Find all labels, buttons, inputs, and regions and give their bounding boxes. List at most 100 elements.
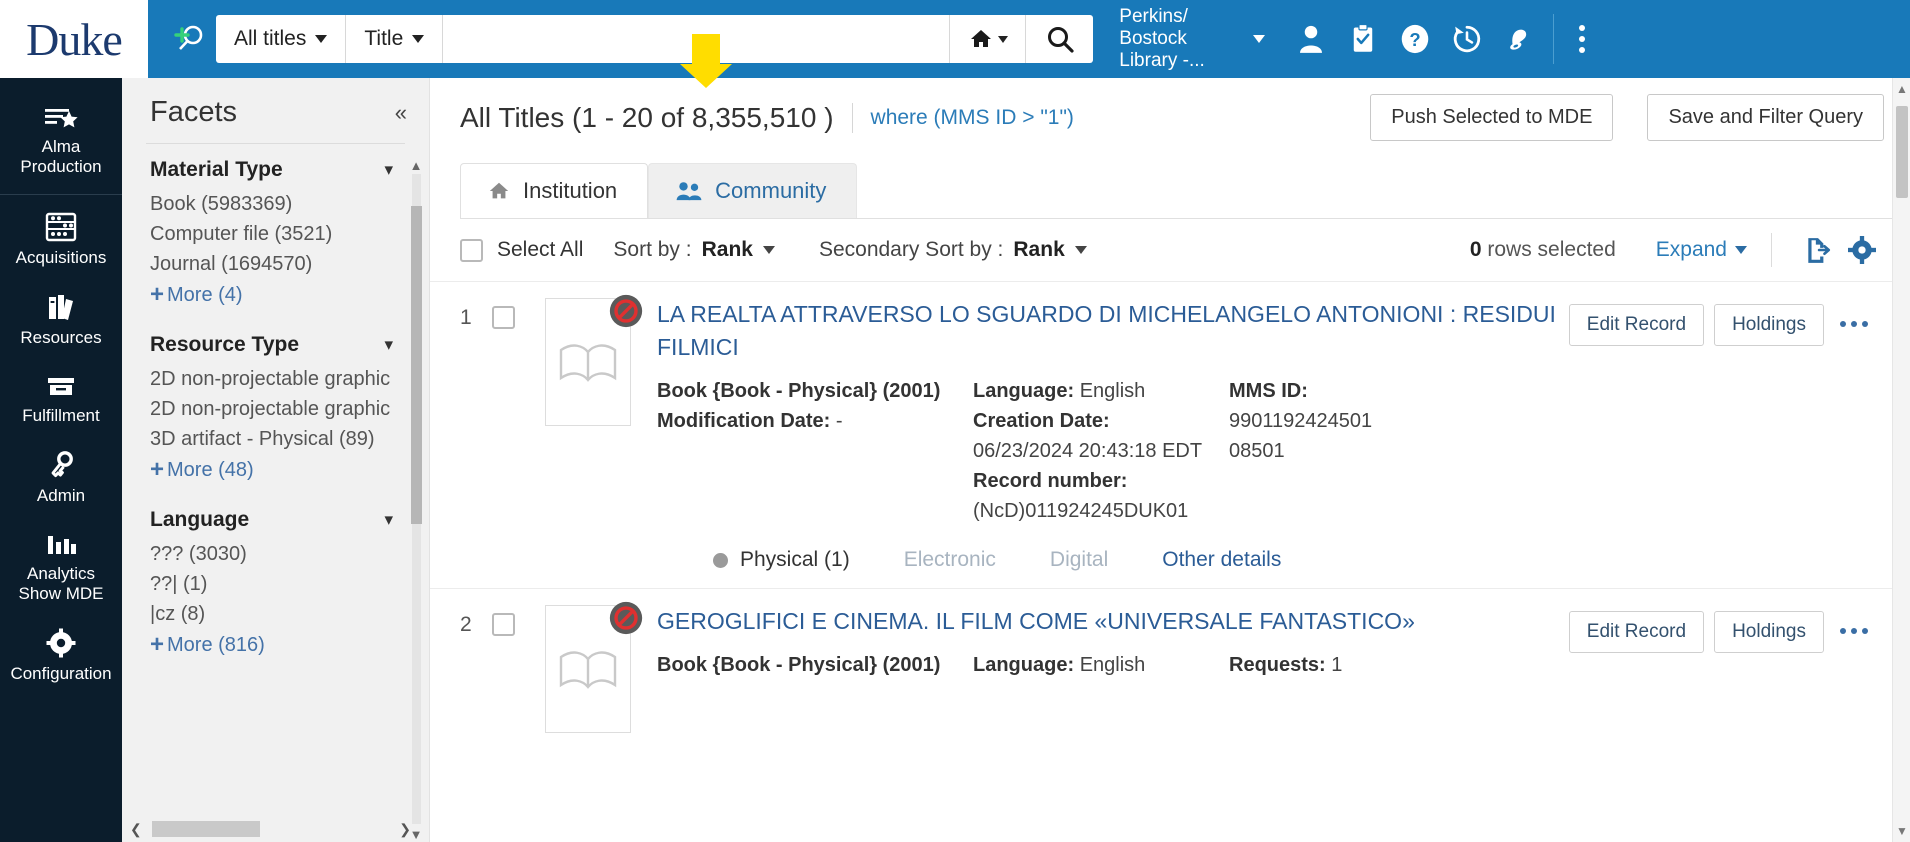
sort-by-value: Rank: [701, 238, 753, 261]
tab-label: Community: [715, 178, 827, 203]
more-menu-icon[interactable]: [1562, 25, 1602, 53]
facet-value[interactable]: 2D non-projectable graphic: [150, 394, 429, 424]
sort-by-label: Sort by :: [613, 238, 692, 261]
chevron-down-icon: [762, 246, 775, 254]
facet-value[interactable]: Journal (1694570): [150, 249, 429, 279]
new-search-icon[interactable]: [162, 22, 216, 56]
divider: [1771, 233, 1772, 267]
expand-dropdown[interactable]: Expand: [1656, 238, 1747, 262]
scrollbar-thumb[interactable]: [1896, 106, 1908, 198]
row-checkbox[interactable]: [492, 613, 515, 636]
alerts-bell-icon[interactable]: [1493, 13, 1545, 65]
sort-by-dropdown[interactable]: Sort by : Rank: [613, 238, 775, 262]
facet-more-link[interactable]: + More (48): [150, 454, 429, 486]
history-icon[interactable]: [1441, 13, 1493, 65]
facets-horizontal-scrollbar[interactable]: ❮ ❯: [130, 818, 411, 840]
query-filter-link[interactable]: where (MMS ID > "1"): [871, 106, 1074, 130]
export-icon[interactable]: [1796, 236, 1840, 264]
search-field-dropdown[interactable]: Title: [346, 15, 444, 63]
metadata-column-1: Book {Book - Physical} (2001) Modificati…: [657, 376, 973, 526]
sidebar-item-admin[interactable]: Admin: [0, 439, 122, 519]
edit-record-button[interactable]: Edit Record: [1568, 304, 1705, 346]
collapse-left-icon[interactable]: «: [395, 100, 407, 126]
availability-electronic[interactable]: Electronic: [904, 548, 996, 572]
facet-group-header[interactable]: Resource Type ▾: [150, 333, 429, 357]
plus-icon: +: [150, 631, 165, 658]
facet-group-name: Language: [150, 508, 250, 531]
facet-value[interactable]: |cz (8): [150, 599, 429, 629]
tasks-icon[interactable]: [1337, 13, 1389, 65]
tab-community[interactable]: Community: [648, 163, 858, 218]
help-icon[interactable]: ?: [1389, 13, 1441, 65]
scroll-down-arrow[interactable]: ▼: [1893, 824, 1910, 838]
scrollbar-thumb[interactable]: [411, 206, 422, 524]
facet-value[interactable]: ??| (1): [150, 569, 429, 599]
availability-physical[interactable]: Physical (1): [713, 548, 850, 572]
save-and-filter-query-button[interactable]: Save and Filter Query: [1647, 94, 1884, 141]
sidebar-item-resources[interactable]: Resources: [0, 281, 122, 361]
table-row[interactable]: 1 LA REALTA ATTRAVERSO LO SGUARDO DI MIC…: [430, 282, 1910, 588]
sidebar-item-fulfillment[interactable]: Fulfillment: [0, 361, 122, 439]
row-number: 1: [460, 306, 472, 329]
secondary-sort-dropdown[interactable]: Secondary Sort by : Rank: [819, 238, 1087, 262]
facet-value[interactable]: 2D non-projectable graphic: [150, 364, 429, 394]
sidebar-item-analytics[interactable]: Analytics Show MDE: [0, 519, 122, 617]
facet-more-link[interactable]: + More (816): [150, 629, 429, 661]
page-vertical-scrollbar[interactable]: ▲ ▼: [1892, 78, 1910, 842]
row-checkbox[interactable]: [492, 306, 515, 329]
results-list: 1 LA REALTA ATTRAVERSO LO SGUARDO DI MIC…: [430, 282, 1910, 842]
facets-vertical-scrollbar[interactable]: ▲ ▼: [409, 158, 423, 842]
facet-value[interactable]: Computer file (3521): [150, 219, 429, 249]
row-more-icon[interactable]: [1824, 304, 1884, 344]
scroll-up-arrow[interactable]: ▲: [409, 158, 423, 173]
search-scope-dropdown[interactable]: All titles: [216, 15, 347, 63]
rows-selected-count: 0: [1469, 238, 1482, 261]
plus-icon: +: [150, 456, 165, 483]
record-title-link[interactable]: LA REALTA ATTRAVERSO LO SGUARDO DI MICHE…: [657, 298, 1569, 364]
scroll-up-arrow[interactable]: ▲: [1893, 82, 1910, 96]
sidebar-item-configuration[interactable]: Configuration: [0, 617, 122, 697]
sidebar-item-alma-production[interactable]: Alma Production: [0, 92, 122, 190]
push-selected-to-mde-button[interactable]: Push Selected to MDE: [1370, 94, 1614, 141]
sidebar-item-acquisitions[interactable]: Acquisitions: [0, 201, 122, 281]
record-title-link[interactable]: GEROGLIFICI E CINEMA. IL FILM COME «UNIV…: [657, 605, 1569, 638]
institution-dropdown-button[interactable]: [1233, 13, 1285, 65]
scroll-left-arrow[interactable]: ❮: [130, 821, 142, 838]
gear-icon[interactable]: [1840, 236, 1884, 264]
facet-value[interactable]: 3D artifact - Physical (89): [150, 424, 429, 454]
chevron-down-icon: ▾: [384, 510, 393, 529]
brand-logo[interactable]: Duke: [0, 0, 148, 78]
record-modification-date: Modification Date: -: [657, 406, 973, 436]
facet-group-header[interactable]: Material Type ▾: [150, 158, 429, 182]
scrollbar-thumb[interactable]: [151, 821, 260, 837]
availability-other-details[interactable]: Other details: [1162, 548, 1281, 572]
institution-selector[interactable]: Perkins/ Bostock Library -...: [1119, 6, 1227, 72]
availability-digital[interactable]: Digital: [1050, 548, 1108, 572]
availability-links: Physical (1) Electronic Digital Other de…: [713, 548, 1569, 572]
table-row[interactable]: 2 GEROGLIFICI E CINEMA. IL FILM COME «UN…: [430, 588, 1910, 743]
facet-value[interactable]: Book (5983369): [150, 189, 429, 219]
row-more-icon[interactable]: [1824, 611, 1884, 651]
institution-line-3: Library -...: [1119, 50, 1205, 71]
facet-group-header[interactable]: Language ▾: [150, 508, 429, 532]
row-number: 2: [460, 613, 472, 636]
scroll-down-arrow[interactable]: ▼: [409, 827, 423, 842]
sidebar-item-label: Acquisitions: [15, 248, 107, 267]
search-submit-button[interactable]: [1025, 15, 1093, 63]
search-home-dropdown[interactable]: [949, 15, 1025, 63]
chevron-down-icon: [412, 35, 425, 43]
holdings-button[interactable]: Holdings: [1714, 611, 1824, 653]
user-icon[interactable]: [1285, 13, 1337, 65]
record-format: Book {Book - Physical} (2001): [657, 376, 973, 406]
record-language: Language: English: [973, 650, 1229, 680]
facet-more-label: More (816): [167, 634, 265, 656]
record-metadata: Book {Book - Physical} (2001) Modificati…: [657, 376, 1569, 526]
tab-institution[interactable]: Institution: [460, 163, 649, 218]
alma-production-icon: [45, 109, 78, 128]
facet-more-link[interactable]: + More (4): [150, 279, 429, 311]
edit-record-button[interactable]: Edit Record: [1568, 611, 1705, 653]
select-all-checkbox[interactable]: [460, 238, 483, 262]
facet-value[interactable]: ??? (3030): [150, 539, 429, 569]
scroll-right-arrow[interactable]: ❯: [399, 821, 411, 838]
holdings-button[interactable]: Holdings: [1714, 304, 1824, 346]
